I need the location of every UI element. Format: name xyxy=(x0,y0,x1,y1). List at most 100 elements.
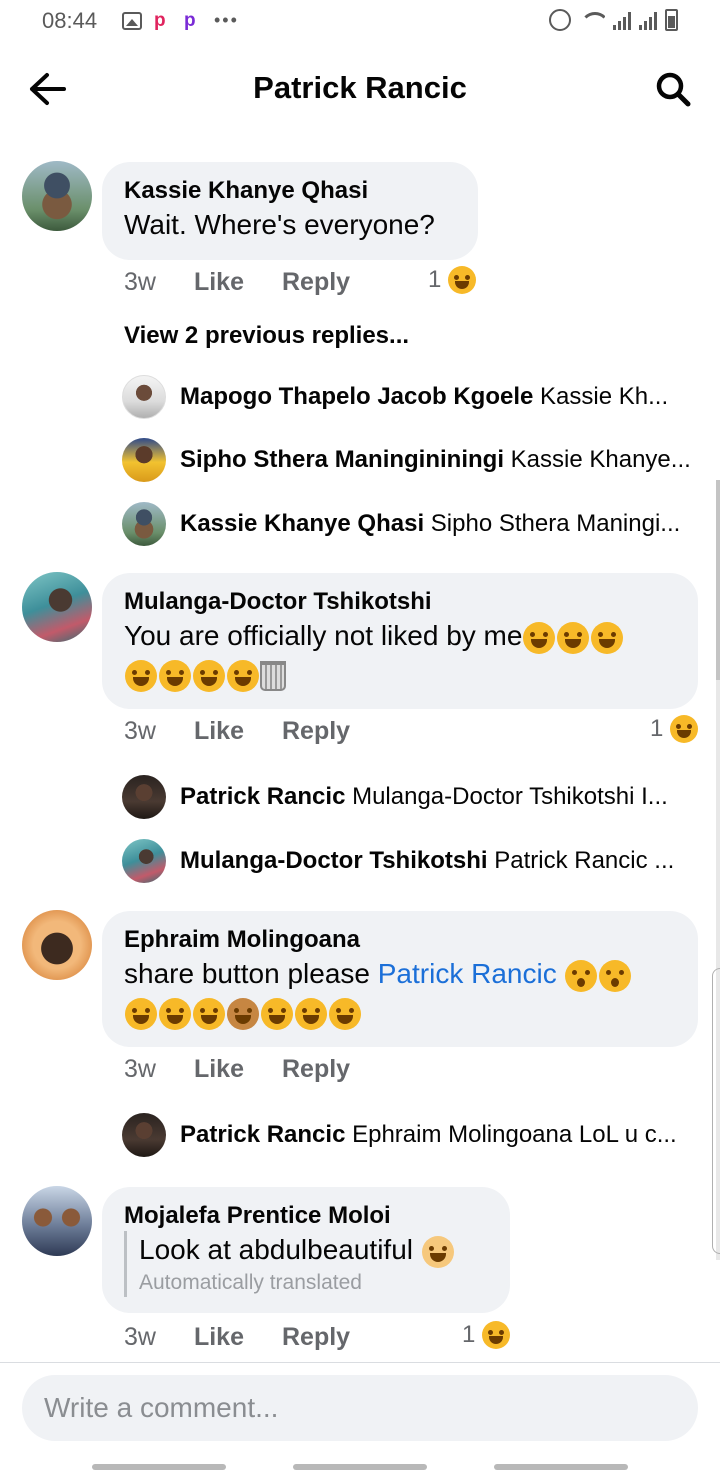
baby-emoji-icon xyxy=(421,1235,454,1268)
reply-item[interactable]: Mapogo Thapelo Jacob Kgoele Kassie Kh... xyxy=(122,375,702,419)
reply-button[interactable]: Reply xyxy=(282,1055,350,1084)
search-button[interactable] xyxy=(650,66,696,112)
wastebasket-emoji-icon xyxy=(260,660,286,691)
reply-item[interactable]: Patrick Rancic Mulanga-Doctor Tshikotshi… xyxy=(122,775,702,819)
comment-time[interactable]: 3w xyxy=(124,1323,156,1352)
haha-reaction-icon xyxy=(482,1321,511,1349)
comment-text: Look at abdulbeautiful xyxy=(139,1231,488,1269)
joy-emoji-icon xyxy=(591,621,624,654)
joy-emoji-icon xyxy=(329,997,361,1030)
rofl-emoji-icon xyxy=(193,997,225,1030)
reply-preview: Mulanga-Doctor Tshikotshi I... xyxy=(352,783,668,810)
reaction-summary[interactable]: 1 xyxy=(428,266,477,294)
comment-actions: 3w Like Reply xyxy=(124,1323,350,1352)
reply-button[interactable]: Reply xyxy=(282,1323,350,1352)
scrollbar-thumb[interactable] xyxy=(716,480,720,680)
more-dots-icon: ••• xyxy=(214,10,239,30)
comment-input[interactable] xyxy=(22,1375,698,1441)
avatar[interactable] xyxy=(122,775,166,819)
status-time: 08:44 xyxy=(42,8,98,33)
see-no-evil-emoji-icon xyxy=(227,997,259,1030)
reply-text: Patrick Rancic Ephraim Molingoana LoL u … xyxy=(180,1121,677,1149)
reply-preview: Kassie Kh... xyxy=(540,383,669,410)
comment-author[interactable]: Ephraim Molingoana xyxy=(124,925,676,955)
like-button[interactable]: Like xyxy=(194,717,244,746)
joy-emoji-icon xyxy=(557,621,590,654)
search-icon xyxy=(656,72,691,107)
avatar[interactable] xyxy=(122,502,166,546)
joy-emoji-icon xyxy=(261,997,293,1030)
navigation-bar xyxy=(0,1450,720,1480)
like-button[interactable]: Like xyxy=(194,1055,244,1084)
like-button[interactable]: Like xyxy=(194,268,244,297)
back-nav-button[interactable] xyxy=(494,1464,628,1470)
reaction-count: 1 xyxy=(428,266,442,293)
reply-button[interactable]: Reply xyxy=(282,268,350,297)
reply-author[interactable]: Patrick Rancic xyxy=(180,1121,345,1148)
comment-actions: 3w Like Reply xyxy=(124,717,350,746)
avatar[interactable] xyxy=(22,572,92,642)
comment-time[interactable]: 3w xyxy=(124,717,156,746)
reply-author[interactable]: Patrick Rancic xyxy=(180,783,345,810)
like-button[interactable]: Like xyxy=(194,1323,244,1352)
comment-bubble: Ephraim Molingoana share button please P… xyxy=(102,911,698,1047)
home-button[interactable] xyxy=(293,1464,427,1470)
rofl-emoji-icon xyxy=(125,997,157,1030)
avatar[interactable] xyxy=(22,910,92,980)
comment-time[interactable]: 3w xyxy=(124,268,156,297)
reply-author[interactable]: Mulanga-Doctor Tshikotshi xyxy=(180,847,488,874)
system-icons xyxy=(549,9,678,31)
gallery-icon xyxy=(122,11,142,30)
comment-author[interactable]: Mojalefa Prentice Moloi xyxy=(124,1201,488,1231)
avatar[interactable] xyxy=(122,839,166,883)
reply-button[interactable]: Reply xyxy=(282,717,350,746)
joy-emoji-icon xyxy=(125,659,157,692)
signal-icon xyxy=(639,10,657,30)
comment-bubble: Mojalefa Prentice Moloi Look at abdulbea… xyxy=(102,1187,510,1313)
status-bar: 08:44 p p ••• xyxy=(0,0,720,44)
comment-bubble: Mulanga-Doctor Tshikotshi You are offici… xyxy=(102,573,698,709)
mention-link[interactable]: Patrick Rancic xyxy=(378,958,557,989)
reply-item[interactable]: Mulanga-Doctor Tshikotshi Patrick Rancic… xyxy=(122,839,702,883)
signal-icon xyxy=(613,10,631,30)
comment-author[interactable]: Kassie Khanye Qhasi xyxy=(124,176,456,206)
reaction-summary[interactable]: 1 xyxy=(650,715,699,743)
avatar[interactable] xyxy=(22,161,92,231)
avatar[interactable] xyxy=(122,1113,166,1157)
flushed-emoji-icon xyxy=(599,959,632,992)
haha-reaction-icon xyxy=(670,715,699,743)
comment-text: share button please Patrick Rancic xyxy=(124,955,676,1031)
comment-time[interactable]: 3w xyxy=(124,1055,156,1084)
recent-apps-button[interactable] xyxy=(92,1464,226,1470)
comment-author[interactable]: Mulanga-Doctor Tshikotshi xyxy=(124,587,676,617)
reply-author[interactable]: Kassie Khanye Qhasi xyxy=(180,510,424,537)
reply-author[interactable]: Mapogo Thapelo Jacob Kgoele xyxy=(180,383,533,410)
comment-bubble: Kassie Khanye Qhasi Wait. Where's everyo… xyxy=(102,162,478,260)
view-previous-replies[interactable]: View 2 previous replies... xyxy=(124,322,409,350)
reply-preview: Kassie Khanye... xyxy=(510,446,691,473)
translated-block: Look at abdulbeautiful Automatically tra… xyxy=(124,1231,488,1297)
translation-note[interactable]: Automatically translated xyxy=(139,1269,488,1297)
avatar[interactable] xyxy=(122,438,166,482)
avatar[interactable] xyxy=(22,1186,92,1256)
reaction-count: 1 xyxy=(650,715,664,742)
edge-panel-handle[interactable] xyxy=(712,968,720,1254)
pocket-p-icon: p xyxy=(184,9,196,31)
page-title: Patrick Rancic xyxy=(253,70,467,105)
haha-reaction-icon xyxy=(448,266,477,294)
reply-item[interactable]: Patrick Rancic Ephraim Molingoana LoL u … xyxy=(122,1113,702,1157)
comment-text: You are officially not liked by me xyxy=(124,617,676,693)
rofl-emoji-icon xyxy=(159,997,191,1030)
comment-body: share button please xyxy=(124,958,378,989)
comment-body: You are officially not liked by me xyxy=(124,620,523,651)
avatar[interactable] xyxy=(122,375,166,419)
comment-actions: 3w Like Reply xyxy=(124,268,350,297)
reaction-summary[interactable]: 1 xyxy=(462,1321,511,1349)
reply-text: Patrick Rancic Mulanga-Doctor Tshikotshi… xyxy=(180,783,668,811)
reply-text: Kassie Khanye Qhasi Sipho Sthera Maningi… xyxy=(180,510,680,538)
reply-author[interactable]: Sipho Sthera Maningininingi xyxy=(180,446,504,473)
reply-item[interactable]: Kassie Khanye Qhasi Sipho Sthera Maningi… xyxy=(122,502,702,546)
comments-list: Kassie Khanye Qhasi Wait. Where's everyo… xyxy=(0,134,720,1362)
comment-body: Look at abdulbeautiful xyxy=(139,1234,413,1265)
reply-item[interactable]: Sipho Sthera Maningininingi Kassie Khany… xyxy=(122,438,702,482)
